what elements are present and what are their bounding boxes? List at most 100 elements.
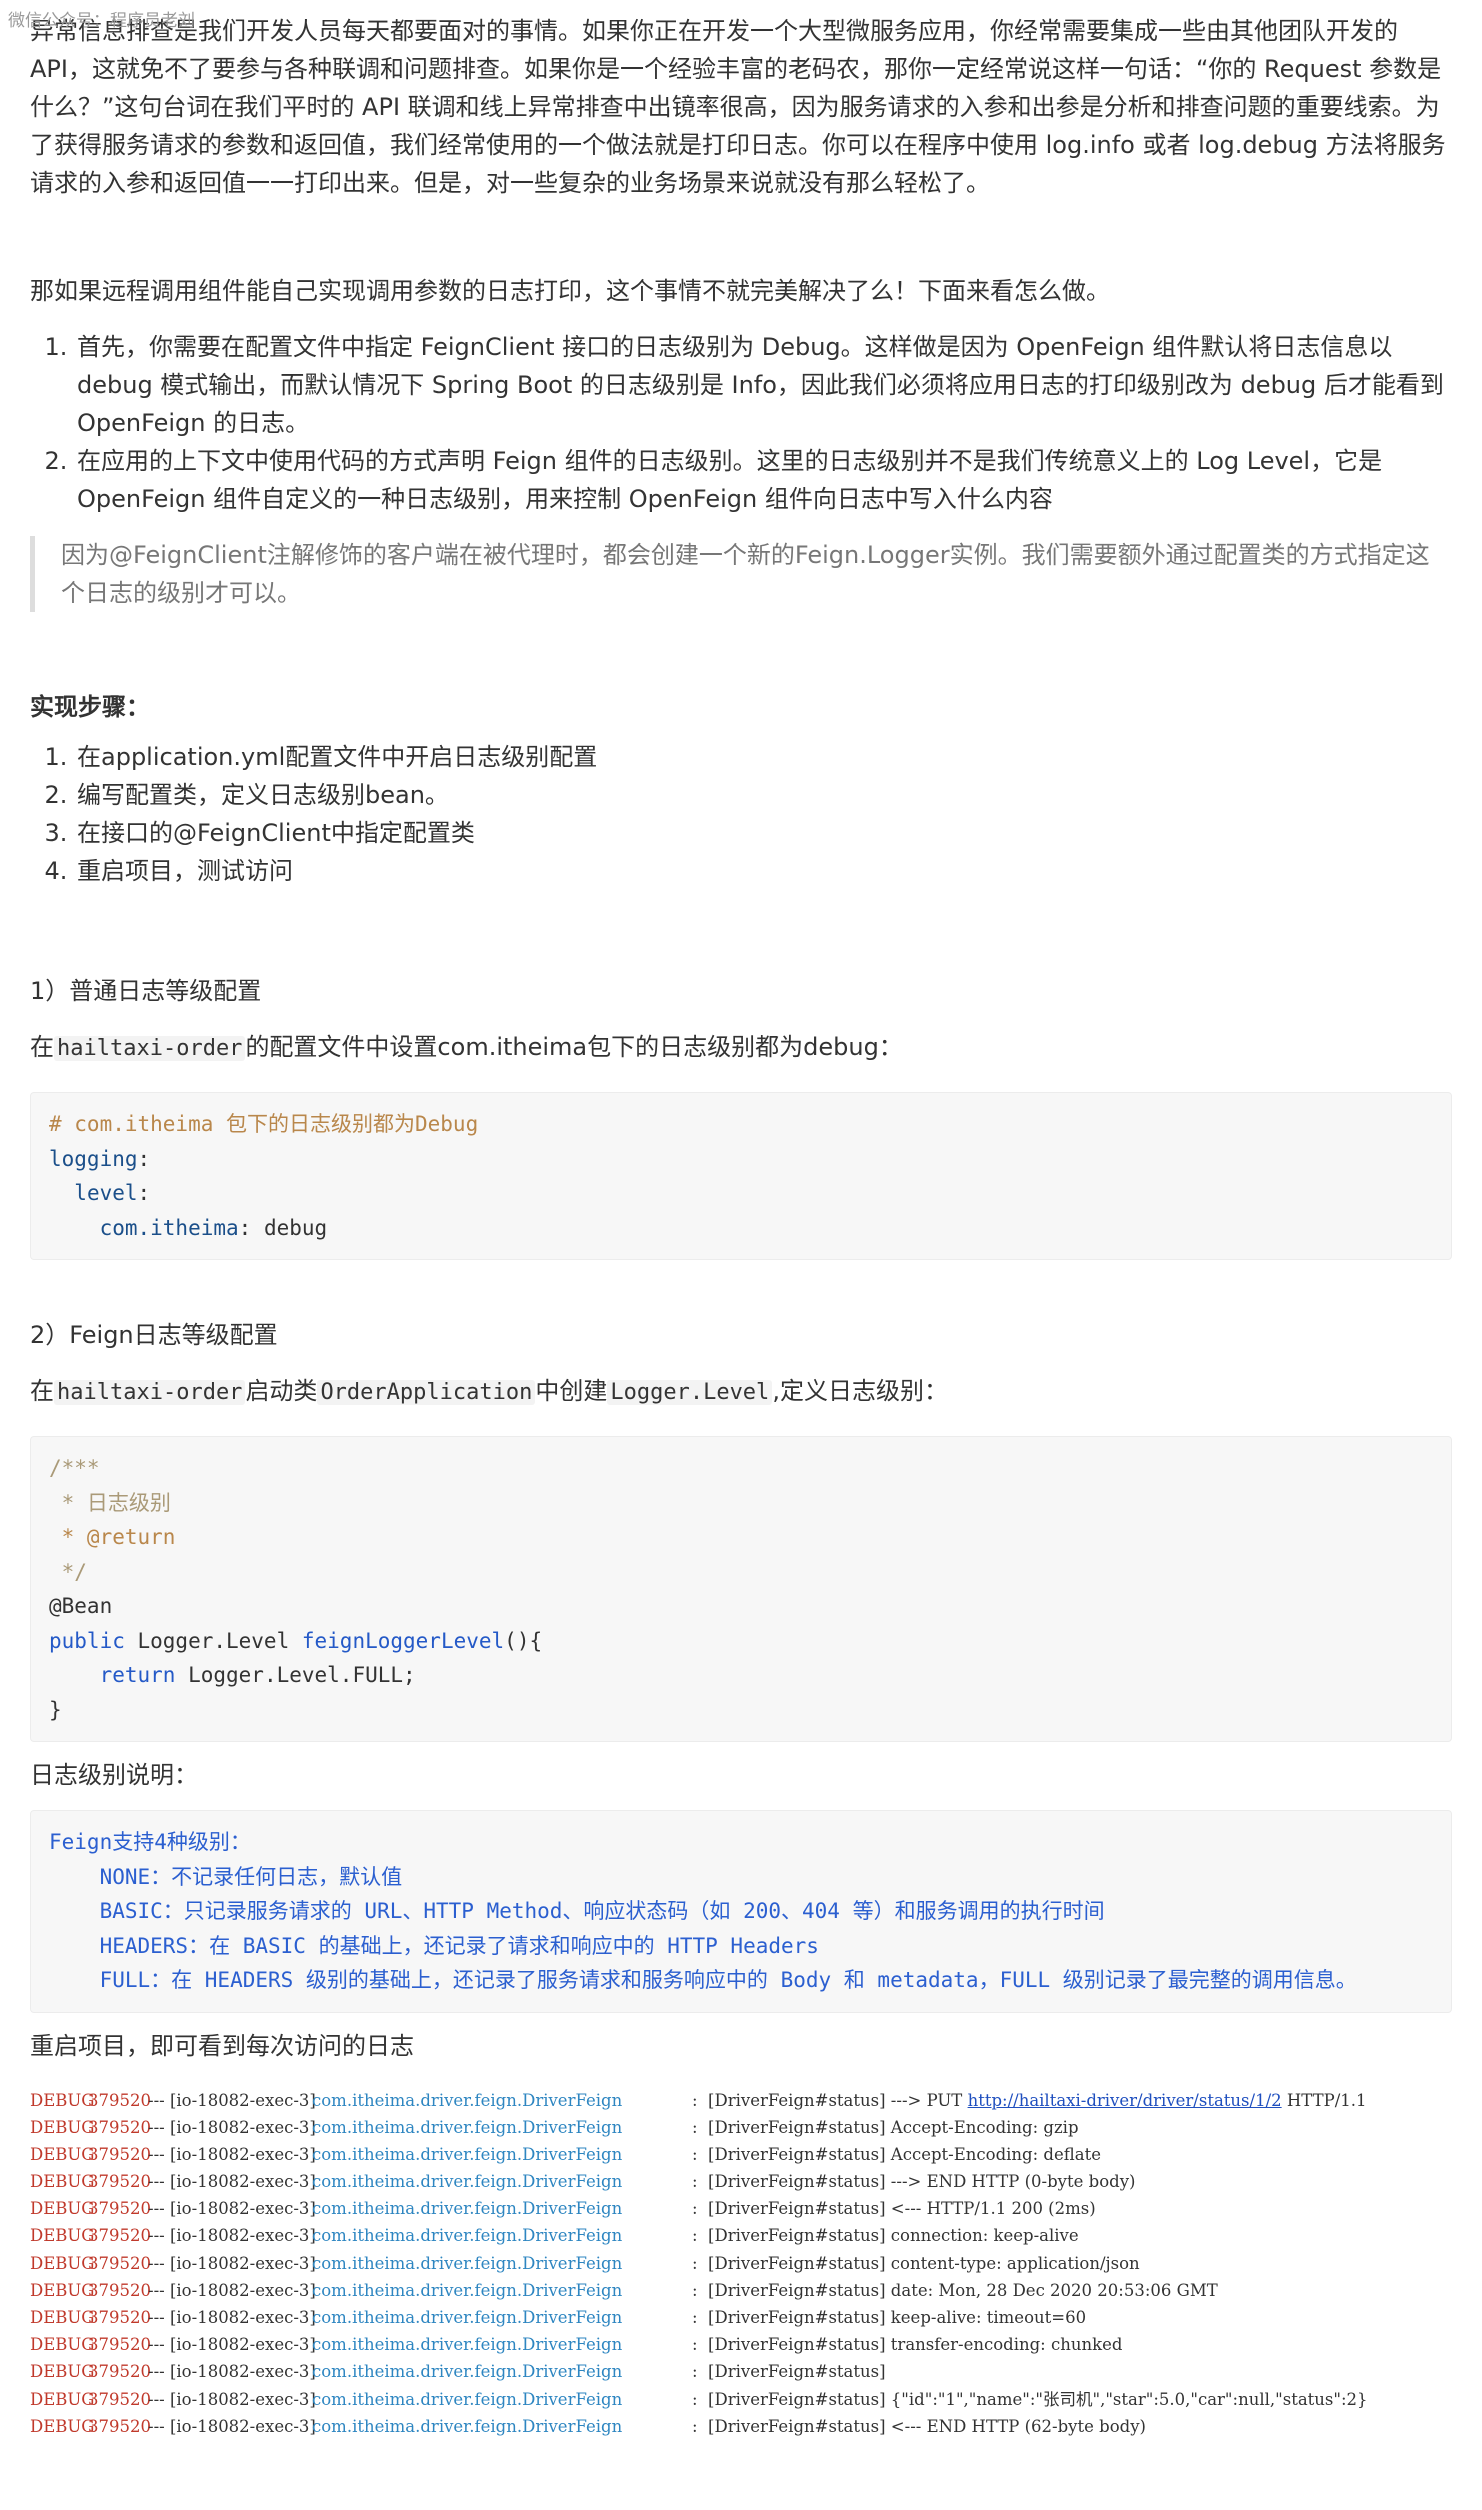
log-level: DEBUG (30, 2253, 95, 2273)
log-row: DEBUG 379520 --- [io-18082-exec-3] com.ithe… (30, 2195, 1452, 2222)
log-class: com.itheima.driver.feign.DriverFeign (312, 2280, 623, 2300)
inline-code: hailtaxi-order (54, 1036, 246, 1061)
list-item: 在application.yml配置文件中开启日志级别配置 (75, 738, 1452, 776)
log-row: DEBUG 379520 --- [io-18082-exec-3] com.ithe… (30, 2114, 1452, 2141)
log-class: com.itheima.driver.feign.DriverFeign (312, 2199, 623, 2219)
log-message: : [DriverFeign#status] ---> END HTTP (0-… (692, 2172, 1136, 2192)
log-pid: 379520 (88, 2199, 151, 2219)
log-row: DEBUG 379520 --- [io-18082-exec-3] com.ithe… (30, 2358, 1452, 2385)
log-message: : [DriverFeign#status] date: Mon, 28 Dec… (692, 2280, 1218, 2300)
log-row: DEBUG 379520 --- [io-18082-exec-3] com.ithe… (30, 2222, 1452, 2249)
log-level: DEBUG (30, 2362, 95, 2382)
log-thread: --- [io-18082-exec-3] (148, 2199, 316, 2219)
log-pid: 379520 (88, 2253, 151, 2273)
log-level: DEBUG (30, 2117, 95, 2137)
log-thread: --- [io-18082-exec-3] (148, 2335, 316, 2355)
log-message: : [DriverFeign#status] Accept-Encoding: … (692, 2144, 1101, 2164)
log-level: DEBUG (30, 2280, 95, 2300)
inline-code: hailtaxi-order (54, 1380, 246, 1405)
log-level: DEBUG (30, 2090, 95, 2110)
log-row: DEBUG 379520 --- [io-18082-exec-3] com.ithe… (30, 2087, 1452, 2114)
log-message: : [DriverFeign#status] (692, 2362, 886, 2382)
list-item: 首先，你需要在配置文件中指定 FeignClient 接口的日志级别为 Debu… (75, 328, 1452, 442)
inline-code: OrderApplication (317, 1380, 536, 1405)
log-class: com.itheima.driver.feign.DriverFeign (312, 2226, 623, 2246)
log-message: : [DriverFeign#status] {"id":"1","name":… (692, 2389, 1368, 2409)
log-thread: --- [io-18082-exec-3] (148, 2090, 316, 2110)
log-level: DEBUG (30, 2389, 95, 2409)
intro-steps-list: 首先，你需要在配置文件中指定 FeignClient 接口的日志级别为 Debu… (30, 328, 1452, 518)
list-item: 在接口的@FeignClient中指定配置类 (75, 814, 1452, 852)
log-class: com.itheima.driver.feign.DriverFeign (312, 2172, 623, 2192)
levels-code-block: Feign支持4种级别： NONE：不记录任何日志，默认值 BASIC：只记录服… (30, 1810, 1452, 2013)
console-log: DEBUG 379520 --- [io-18082-exec-3] com.ithe… (30, 2087, 1452, 2440)
log-message: : [DriverFeign#status] Accept-Encoding: … (692, 2117, 1079, 2137)
java-code-block: /*** * 日志级别 * @return */ @Bean public Lo… (30, 1436, 1452, 1742)
levels-title: 日志级别说明： (30, 1761, 198, 1789)
log-class: com.itheima.driver.feign.DriverFeign (312, 2416, 623, 2436)
log-thread: --- [io-18082-exec-3] (148, 2144, 316, 2164)
log-row: DEBUG 379520 --- [io-18082-exec-3] com.ithe… (30, 2304, 1452, 2331)
intro-paragraph: 异常信息排查是我们开发人员每天都要面对的事情。如果你正在开发一个大型微服务应用，… (30, 17, 1446, 197)
code-comment: # com.itheima 包下的日志级别都为Debug (49, 1112, 479, 1136)
log-class: com.itheima.driver.feign.DriverFeign (312, 2335, 623, 2355)
section-title-feign-level: 2）Feign日志等级配置 (30, 1321, 278, 1349)
log-class: com.itheima.driver.feign.DriverFeign (312, 2117, 623, 2137)
log-message: : [DriverFeign#status] connection: keep-… (692, 2226, 1079, 2246)
log-row: DEBUG 379520 --- [io-18082-exec-3] com.ithe… (30, 2168, 1452, 2195)
list-item: 在应用的上下文中使用代码的方式声明 Feign 组件的日志级别。这里的日志级别并… (75, 442, 1452, 518)
log-class: com.itheima.driver.feign.DriverFeign (312, 2253, 623, 2273)
impl-steps-title: 实现步骤： (30, 693, 150, 721)
log-class: com.itheima.driver.feign.DriverFeign (312, 2308, 623, 2327)
impl-steps-list: 在application.yml配置文件中开启日志级别配置 编写配置类，定义日志… (30, 738, 1452, 890)
log-row: DEBUG 379520 --- [io-18082-exec-3] com.ithe… (30, 2277, 1452, 2304)
log-pid: 379520 (88, 2090, 151, 2110)
log-url-link[interactable]: http://hailtaxi-driver/driver/status/1/2 (968, 2091, 1282, 2110)
log-pid: 379520 (88, 2144, 151, 2164)
log-thread: --- [io-18082-exec-3] (148, 2308, 316, 2327)
log-row: DEBUG 379520 --- [io-18082-exec-3] com.ithe… (30, 2141, 1452, 2168)
log-pid: 379520 (88, 2335, 151, 2355)
log-thread: --- [io-18082-exec-3] (148, 2253, 316, 2273)
log-pid: 379520 (88, 2226, 151, 2246)
log-message: : [DriverFeign#status] ---> PUT http://h… (692, 2090, 1367, 2110)
log-level: DEBUG (30, 2199, 95, 2219)
section-title-log-level: 1）普通日志等级配置 (30, 977, 262, 1005)
log-class: com.itheima.driver.feign.DriverFeign (312, 2090, 623, 2110)
log-message: : [DriverFeign#status] transfer-encoding… (692, 2335, 1123, 2355)
log-level: DEBUG (30, 2144, 95, 2164)
log-thread: --- [io-18082-exec-3] (148, 2226, 316, 2246)
log-level: DEBUG (30, 2172, 95, 2192)
yaml-code-block: # com.itheima 包下的日志级别都为Debug logging: le… (30, 1092, 1452, 1260)
blockquote: 因为@FeignClient注解修饰的客户端在被代理时，都会创建一个新的Feig… (30, 536, 1452, 612)
log-thread: --- [io-18082-exec-3] (148, 2416, 316, 2436)
log-pid: 379520 (88, 2172, 151, 2192)
log-class: com.itheima.driver.feign.DriverFeign (312, 2144, 623, 2164)
restart-text: 重启项目，即可看到每次访问的日志 (30, 2031, 414, 2060)
log-pid: 379520 (88, 2389, 151, 2409)
list-item: 重启项目，测试访问 (75, 852, 1452, 890)
log-row: DEBUG 379520 --- [io-18082-exec-3] com.ithe… (30, 2250, 1452, 2277)
section-desc-feign-level: 在 hailtaxi-order 启动类 OrderApplication 中创建 Log… (30, 1377, 948, 1405)
log-pid: 379520 (88, 2416, 151, 2436)
log-thread: --- [io-18082-exec-3] (148, 2389, 316, 2409)
log-row: DEBUG 379520 --- [io-18082-exec-3] com.ithe… (30, 2331, 1452, 2358)
log-pid: 379520 (88, 2280, 151, 2300)
log-thread: --- [io-18082-exec-3] (148, 2362, 316, 2382)
log-row: DEBUG 379520 --- [io-18082-exec-3] com.ithe… (30, 2386, 1452, 2413)
article-page: 微信公众号：程序员老刘 异常信息排查是我们开发人员每天都要面对的事情。如果你正在… (0, 0, 1482, 2510)
watermark: 微信公众号：程序员老刘 (8, 11, 195, 31)
log-pid: 379520 (88, 2117, 151, 2137)
log-row: DEBUG 379520 --- [io-18082-exec-3] com.ithe… (30, 2413, 1452, 2440)
log-class: com.itheima.driver.feign.DriverFeign (312, 2389, 623, 2409)
log-level: DEBUG (30, 2416, 95, 2436)
list-item: 编写配置类，定义日志级别bean。 (75, 776, 1452, 814)
log-message: : [DriverFeign#status] <--- HTTP/1.1 200… (692, 2199, 1096, 2219)
log-message: : [DriverFeign#status] content-type: app… (692, 2253, 1140, 2273)
log-pid: 379520 (88, 2362, 151, 2382)
log-level: DEBUG (30, 2308, 95, 2327)
log-message: : [DriverFeign#status] keep-alive: timeo… (692, 2308, 1087, 2327)
intro-paragraph-2: 那如果远程调用组件能自己实现调用参数的日志打印，这个事情不就完美解决了么！下面来… (30, 277, 1110, 305)
log-thread: --- [io-18082-exec-3] (148, 2117, 316, 2137)
log-thread: --- [io-18082-exec-3] (148, 2172, 316, 2192)
